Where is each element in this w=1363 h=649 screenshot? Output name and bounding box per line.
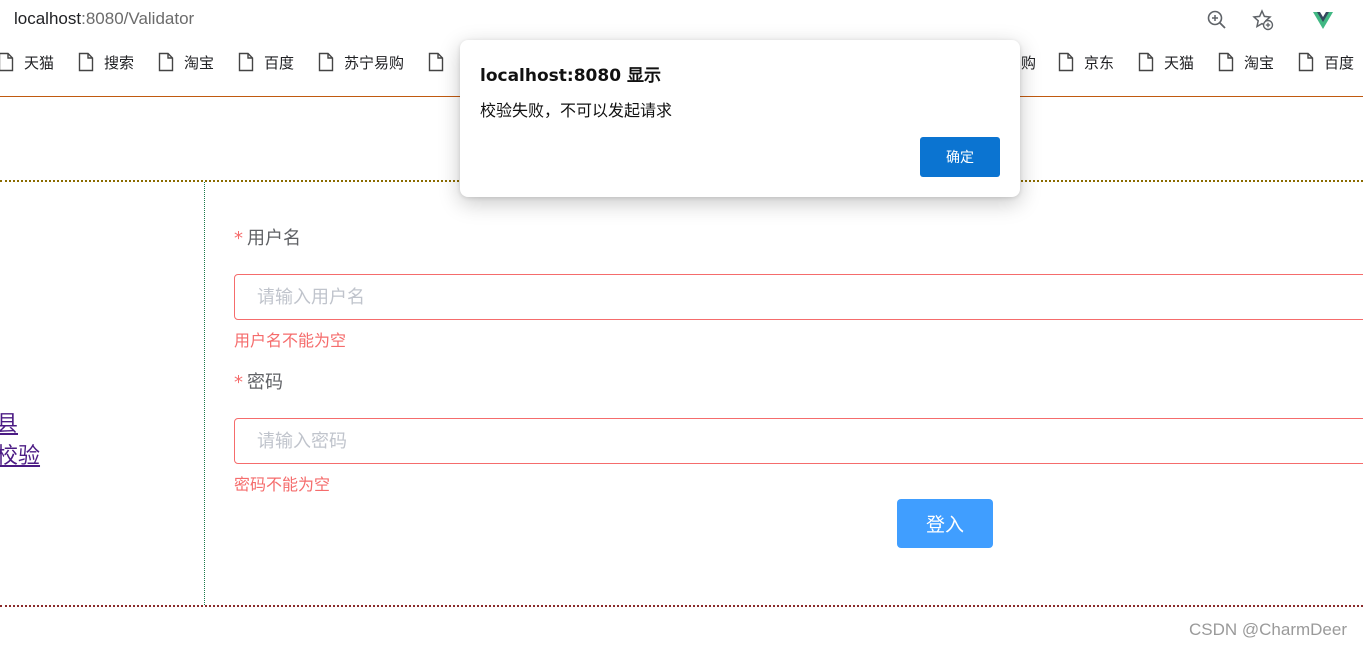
bookmark-label: 百度 (264, 53, 295, 72)
bookmark-label: 百度 (1324, 53, 1355, 72)
bookmark-label: 搜索 (104, 53, 135, 72)
document-icon (428, 52, 444, 72)
bookmark-label: 京东 (1084, 53, 1115, 72)
document-icon (1298, 52, 1314, 72)
bookmark-item[interactable]: 苏宁易购 (318, 50, 404, 74)
bookmark-label: 淘宝 (1244, 53, 1275, 72)
bookmark-label: 天猫 (1164, 53, 1195, 72)
bookmark-item[interactable]: 百度 (1298, 50, 1354, 74)
username-input[interactable] (234, 274, 1363, 320)
url-path: :8080/Validator (81, 9, 195, 28)
bookmark-item[interactable] (428, 50, 454, 74)
dialog-ok-button[interactable]: 确定 (920, 137, 1000, 177)
dialog-title: localhost:8080 显示 (480, 66, 661, 86)
vue-devtools-icon[interactable] (1312, 9, 1334, 31)
watermark: CSDN @CharmDeer (1188, 620, 1347, 639)
document-icon (1138, 52, 1154, 72)
bookmark-item[interactable]: 搜索 (78, 50, 134, 74)
document-icon (238, 52, 254, 72)
bookmark-label: 淘宝 (184, 53, 215, 72)
sidebar-link[interactable]: 县 (0, 406, 18, 438)
sidebar-link-validate[interactable]: 校验 (0, 438, 40, 470)
required-mark: * (234, 372, 243, 393)
required-mark: * (234, 228, 243, 249)
password-error: 密码不能为空 (234, 475, 331, 494)
document-icon (0, 52, 14, 72)
password-label-text: 密码 (247, 372, 283, 393)
bookmark-item[interactable]: 淘宝 (158, 50, 214, 74)
url-text[interactable]: localhost:8080/Validator (14, 9, 194, 29)
login-button[interactable]: 登入 (897, 499, 993, 548)
bookmark-item[interactable]: 天猫 (0, 50, 54, 74)
bookmark-label: 购 (1021, 53, 1037, 72)
document-icon (158, 52, 174, 72)
sidebar: 县 校验 (0, 182, 205, 605)
alert-dialog: localhost:8080 显示 校验失败，不可以发起请求 确定 (460, 40, 1020, 197)
add-favorite-icon[interactable] (1252, 9, 1274, 31)
bookmark-label: 苏宁易购 (344, 53, 405, 72)
bookmark-item[interactable]: 百度 (238, 50, 294, 74)
document-icon (78, 52, 94, 72)
username-error: 用户名不能为空 (234, 331, 347, 350)
document-icon (1218, 52, 1234, 72)
address-bar[interactable]: localhost:8080/Validator (0, 0, 1363, 40)
password-input[interactable] (234, 418, 1363, 464)
dialog-message: 校验失败，不可以发起请求 (480, 101, 673, 120)
footer-divider (0, 605, 1363, 607)
bookmark-item[interactable]: 天猫 (1138, 50, 1194, 74)
bookmark-item[interactable]: 京东 (1058, 50, 1114, 74)
document-icon (318, 52, 334, 72)
zoom-in-icon[interactable] (1206, 9, 1228, 31)
bookmark-item[interactable]: 淘宝 (1218, 50, 1274, 74)
bookmark-label: 天猫 (24, 53, 55, 72)
username-label: * 用户名 (234, 224, 301, 250)
document-icon (1058, 52, 1074, 72)
username-label-text: 用户名 (247, 228, 301, 249)
password-label: * 密码 (234, 368, 283, 394)
bookmark-item[interactable]: 购 (1021, 50, 1036, 74)
url-host: localhost (14, 9, 82, 28)
